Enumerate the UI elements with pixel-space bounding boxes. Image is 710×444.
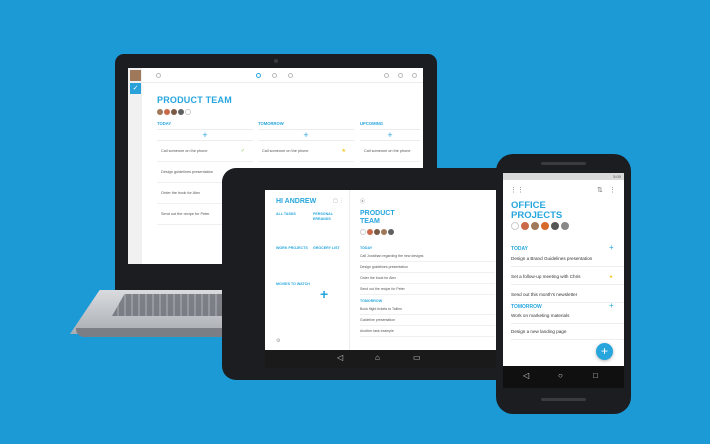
avatar [367,229,373,235]
phone-nav-bar: ◁ ○ □ [503,366,624,388]
avatar [374,229,380,235]
avatar [381,229,387,235]
back-icon[interactable]: ◁ [523,371,529,380]
avatar [178,109,184,115]
tablet-nav-bar: ◁ ⌂ ▭ [265,350,497,368]
check-icon[interactable]: ✓ [130,83,141,94]
avatar [531,222,539,230]
task-item[interactable]: Book flight tickets to Tallinn [360,304,495,315]
task-item[interactable]: Send out this month's newsletter [511,287,624,303]
task-item[interactable]: Set a follow-up meeting with Chris ★ [511,269,624,285]
members-icon[interactable] [272,73,277,78]
list-title: PRODUCT TEAM [360,210,395,225]
add-task-button[interactable]: + [157,129,253,141]
greeting: HI ANDREW [276,198,317,205]
avatar [551,222,559,230]
settings-icon[interactable] [288,73,293,78]
task-item[interactable]: Send out the recipe for Peter [360,284,495,295]
task-item[interactable]: Call someone on the phone [360,141,420,162]
list-personal-errands[interactable]: PERSONAL ERRANDS [313,212,347,242]
phone-speaker [541,398,586,401]
home-icon[interactable]: ○ [558,371,563,380]
task-item[interactable]: Design guidelines presentation [360,262,495,273]
tablet-screen: HI ANDREW ▢ ⋮ ALL TASKS PERSONAL ERRANDS… [265,190,497,368]
avatar [388,229,394,235]
column-header: TOMORROW [258,121,284,126]
avatar [541,222,549,230]
add-button[interactable]: + [596,343,613,360]
more-icon[interactable] [412,73,417,78]
settings-icon[interactable]: ⚙ [276,338,280,344]
task-item[interactable]: Guideline presentation [360,315,495,326]
add-member-icon[interactable] [185,109,191,115]
back-icon[interactable]: ◁ [337,353,343,362]
avatar [164,109,170,115]
add-member-icon[interactable] [360,229,366,235]
star-icon[interactable]: ★ [342,141,346,162]
add-list-button[interactable]: + [320,286,328,302]
add-member-icon[interactable] [511,222,519,230]
laptop-sidebar: ✓ [128,68,142,264]
menu-icon[interactable] [156,73,161,78]
sort-icon[interactable]: ⇅ [597,186,603,194]
search-icon[interactable]: ▢ ⋮ [333,198,344,204]
home-icon[interactable]: ⌂ [375,353,380,362]
section-tomorrow: TOMORROW [360,299,383,303]
column-header: TODAY [157,121,172,126]
task-item[interactable]: Another task example [360,326,495,337]
list-grocery-list[interactable]: GROCERY LIST [313,246,347,276]
laptop-camera [274,59,278,63]
recents-icon[interactable]: ▭ [413,353,421,362]
notifications-icon[interactable] [398,73,403,78]
avatar [157,109,163,115]
section-today: TODAY [360,246,373,250]
task-item[interactable]: Design a new landing page [511,324,624,340]
menu-icon[interactable]: ⦿ [360,198,365,205]
tablet-lists-panel: HI ANDREW ▢ ⋮ ALL TASKS PERSONAL ERRANDS… [265,190,350,350]
avatar [171,109,177,115]
task-item[interactable]: Work on marketing materials [511,308,624,324]
column-header: UPCOMING [360,121,384,126]
avatar[interactable] [130,70,141,81]
list-movies-to-watch[interactable]: MOVIES TO WATCH [276,282,310,312]
share-icon[interactable] [256,73,261,78]
avatar [521,222,529,230]
task-item[interactable]: Order the book for Alex [360,273,495,284]
add-task-button[interactable]: + [360,129,420,141]
grid-icon[interactable]: ⋮⋮ [510,186,524,194]
task-item[interactable]: Call Jonathan regarding the new designs [360,251,495,262]
phone-speaker [541,162,586,165]
more-icon[interactable]: ⋮ [609,186,616,194]
laptop-toolbar [142,68,423,83]
sort-icon[interactable] [384,73,389,78]
recents-icon[interactable]: □ [593,371,598,380]
column-tomorrow: TOMORROW + Call someone on the phone ★ [258,121,354,162]
check-icon[interactable]: ✓ [241,141,245,162]
avatar [561,222,569,230]
page-title: PRODUCT TEAM [157,95,232,105]
star-icon[interactable]: ★ [609,269,613,285]
phone-screen: 5:00 ⋮⋮ ⇅ ⋮ OFFICE PROJECTS TODAY + Desig… [503,173,624,388]
status-bar: 5:00 [503,173,624,180]
list-title: OFFICE PROJECTS [511,200,563,221]
task-item[interactable]: Design a Brand Guidelines presentation [511,251,624,267]
task-item[interactable]: Call someone on the phone ✓ [157,141,253,162]
column-upcoming: UPCOMING + Call someone on the phone [360,121,420,162]
list-work-projects[interactable]: WORK PROJECTS [276,246,310,276]
add-task-button[interactable]: + [258,129,354,141]
task-item[interactable]: Call someone on the phone ★ [258,141,354,162]
list-all-tasks[interactable]: ALL TASKS [276,212,310,242]
